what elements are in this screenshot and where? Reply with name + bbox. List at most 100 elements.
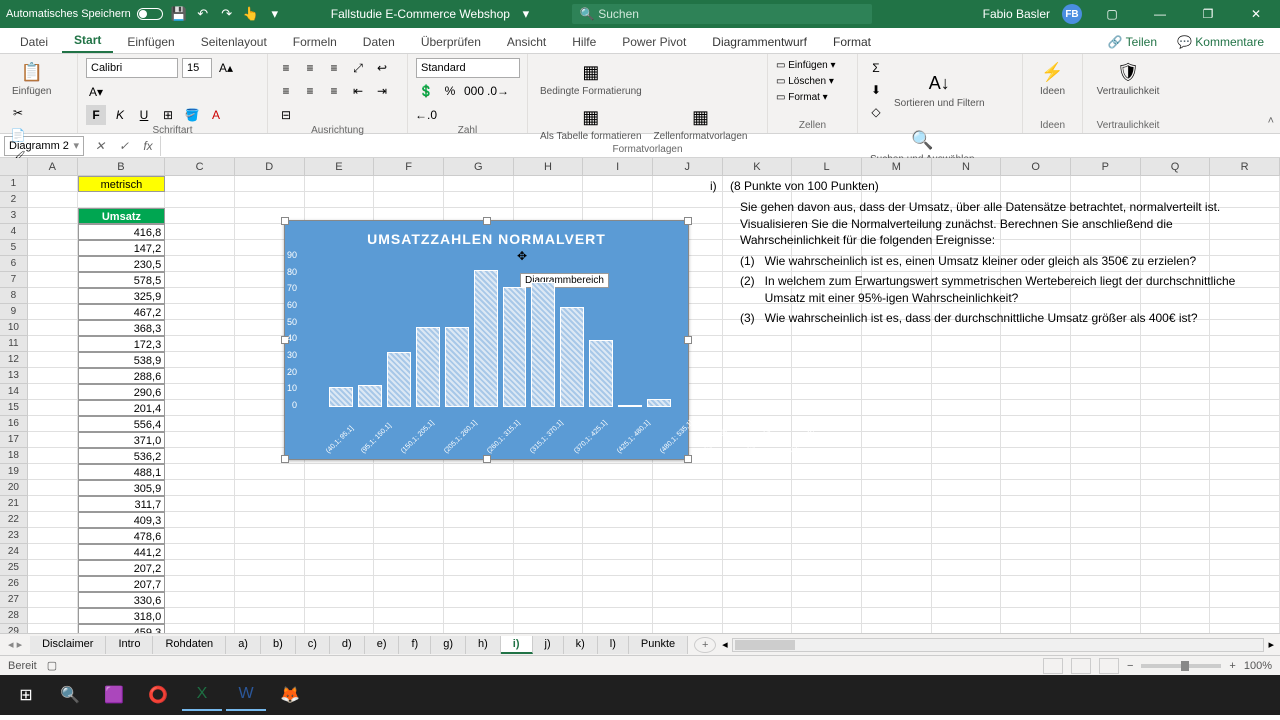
collapse-ribbon-icon[interactable]: ˄ bbox=[1268, 115, 1274, 127]
search-input[interactable]: 🔍 Suchen bbox=[572, 4, 872, 24]
cell[interactable] bbox=[792, 608, 862, 624]
chart-title[interactable]: UMSATZZAHLEN NORMALVERT bbox=[285, 221, 688, 253]
cell[interactable] bbox=[444, 624, 514, 633]
cell[interactable]: 147,2 bbox=[78, 240, 166, 256]
word-taskbar-icon[interactable]: W bbox=[226, 679, 266, 711]
cell[interactable] bbox=[653, 464, 723, 480]
cell[interactable] bbox=[862, 544, 932, 560]
row-header[interactable]: 7 bbox=[0, 272, 28, 288]
row-header[interactable]: 6 bbox=[0, 256, 28, 272]
cell[interactable] bbox=[1071, 608, 1141, 624]
cell[interactable] bbox=[932, 448, 1002, 464]
cell[interactable] bbox=[1001, 432, 1071, 448]
cell[interactable] bbox=[1001, 464, 1071, 480]
cell[interactable] bbox=[792, 336, 862, 352]
fill-icon[interactable]: ⬇ bbox=[866, 80, 886, 100]
cell[interactable]: 578,5 bbox=[78, 272, 166, 288]
cell[interactable] bbox=[1141, 496, 1211, 512]
cell[interactable] bbox=[653, 480, 723, 496]
cell[interactable] bbox=[28, 560, 78, 576]
cell[interactable] bbox=[583, 496, 653, 512]
col-header[interactable]: B bbox=[78, 158, 166, 175]
cell[interactable] bbox=[862, 528, 932, 544]
cell[interactable] bbox=[792, 464, 862, 480]
cell[interactable] bbox=[932, 512, 1002, 528]
cell[interactable] bbox=[1071, 416, 1141, 432]
row-header[interactable]: 5 bbox=[0, 240, 28, 256]
cell[interactable] bbox=[305, 464, 375, 480]
user-name[interactable]: Fabio Basler bbox=[983, 7, 1050, 21]
row-header[interactable]: 19 bbox=[0, 464, 28, 480]
cell[interactable] bbox=[1141, 448, 1211, 464]
align-top-icon[interactable]: ≡ bbox=[276, 58, 296, 78]
cell[interactable] bbox=[444, 576, 514, 592]
cell[interactable] bbox=[862, 416, 932, 432]
cell[interactable] bbox=[1210, 576, 1280, 592]
sheet-tab[interactable]: Intro bbox=[106, 636, 153, 654]
cell[interactable] bbox=[862, 432, 932, 448]
cell[interactable] bbox=[305, 512, 375, 528]
cell[interactable] bbox=[1141, 528, 1211, 544]
cell[interactable] bbox=[235, 480, 305, 496]
cell[interactable] bbox=[28, 512, 78, 528]
cell[interactable] bbox=[1141, 416, 1211, 432]
toggle-icon[interactable] bbox=[137, 8, 163, 20]
cell[interactable] bbox=[1001, 624, 1071, 633]
cell[interactable] bbox=[862, 480, 932, 496]
qat-more-icon[interactable]: ▾ bbox=[267, 6, 283, 22]
cell[interactable] bbox=[1210, 352, 1280, 368]
cell[interactable] bbox=[723, 448, 793, 464]
cell[interactable]: 305,9 bbox=[78, 480, 166, 496]
cell[interactable] bbox=[1141, 400, 1211, 416]
cell[interactable] bbox=[1210, 592, 1280, 608]
row-header[interactable]: 21 bbox=[0, 496, 28, 512]
cell[interactable] bbox=[28, 400, 78, 416]
cell[interactable]: 488,1 bbox=[78, 464, 166, 480]
col-header[interactable]: C bbox=[165, 158, 235, 175]
cell[interactable] bbox=[28, 544, 78, 560]
cell[interactable] bbox=[1210, 496, 1280, 512]
cell[interactable] bbox=[374, 608, 444, 624]
cell[interactable] bbox=[1071, 448, 1141, 464]
ribbon-tab-seitenlayout[interactable]: Seitenlayout bbox=[189, 31, 279, 53]
cell[interactable] bbox=[862, 512, 932, 528]
ribbon-tab-ansicht[interactable]: Ansicht bbox=[495, 31, 558, 53]
cell[interactable] bbox=[514, 560, 584, 576]
zoom-in-icon[interactable]: + bbox=[1229, 660, 1235, 672]
fill-color-icon[interactable]: 🪣 bbox=[182, 105, 202, 125]
cell[interactable] bbox=[932, 400, 1002, 416]
cell[interactable] bbox=[1210, 624, 1280, 633]
cell[interactable] bbox=[28, 176, 78, 192]
cell[interactable] bbox=[28, 256, 78, 272]
cell[interactable] bbox=[165, 336, 235, 352]
cell[interactable] bbox=[514, 608, 584, 624]
cell[interactable] bbox=[165, 384, 235, 400]
cell[interactable] bbox=[28, 464, 78, 480]
cell[interactable] bbox=[1071, 464, 1141, 480]
cell[interactable]: 467,2 bbox=[78, 304, 166, 320]
row-header[interactable]: 29 bbox=[0, 624, 28, 633]
borders-icon[interactable]: ⊞ bbox=[158, 105, 178, 125]
autosum-icon[interactable]: Σ bbox=[866, 58, 886, 78]
cell[interactable] bbox=[28, 496, 78, 512]
cell[interactable] bbox=[932, 368, 1002, 384]
sheet-tab[interactable]: c) bbox=[296, 636, 330, 654]
comments-button[interactable]: 💬 Kommentare bbox=[1171, 31, 1270, 53]
cell[interactable] bbox=[305, 544, 375, 560]
cell[interactable] bbox=[1141, 512, 1211, 528]
cell[interactable] bbox=[235, 544, 305, 560]
cell[interactable] bbox=[792, 448, 862, 464]
cell[interactable] bbox=[932, 432, 1002, 448]
cell[interactable]: 230,5 bbox=[78, 256, 166, 272]
cell[interactable] bbox=[653, 496, 723, 512]
cell[interactable]: metrisch bbox=[78, 176, 166, 192]
cell[interactable] bbox=[165, 368, 235, 384]
sort-filter-button[interactable]: A↓Sortieren und Filtern bbox=[890, 70, 989, 111]
cell[interactable] bbox=[862, 592, 932, 608]
cell[interactable] bbox=[1210, 336, 1280, 352]
cell[interactable] bbox=[374, 512, 444, 528]
cell[interactable] bbox=[723, 608, 793, 624]
cell[interactable] bbox=[1071, 384, 1141, 400]
align-left-icon[interactable]: ≡ bbox=[276, 81, 296, 101]
cell[interactable] bbox=[444, 560, 514, 576]
